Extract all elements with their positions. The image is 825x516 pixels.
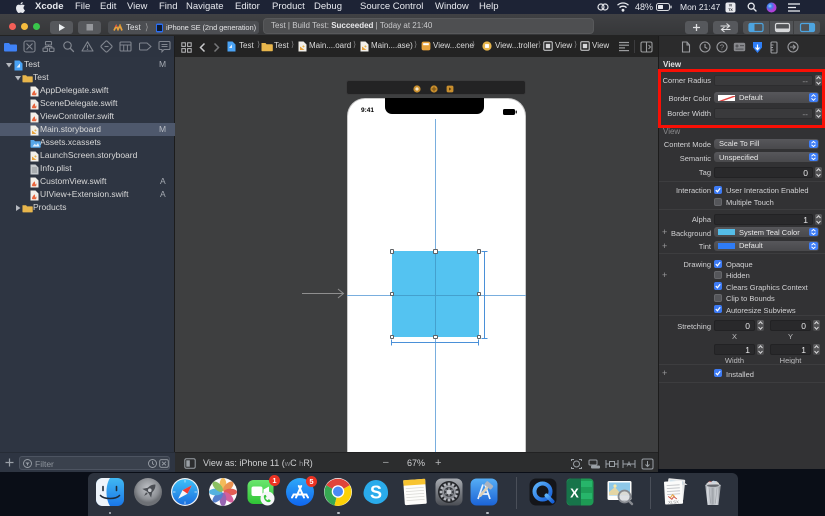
- svg-text:VI: VI: [729, 4, 732, 8]
- svg-text:?: ?: [720, 43, 724, 52]
- svg-text:TX: TX: [728, 8, 733, 12]
- svg-text:XLSX: XLSX: [668, 499, 679, 505]
- svg-text:S: S: [370, 483, 382, 503]
- svg-text:A: A: [627, 462, 632, 469]
- svg-text:X: X: [570, 486, 579, 501]
